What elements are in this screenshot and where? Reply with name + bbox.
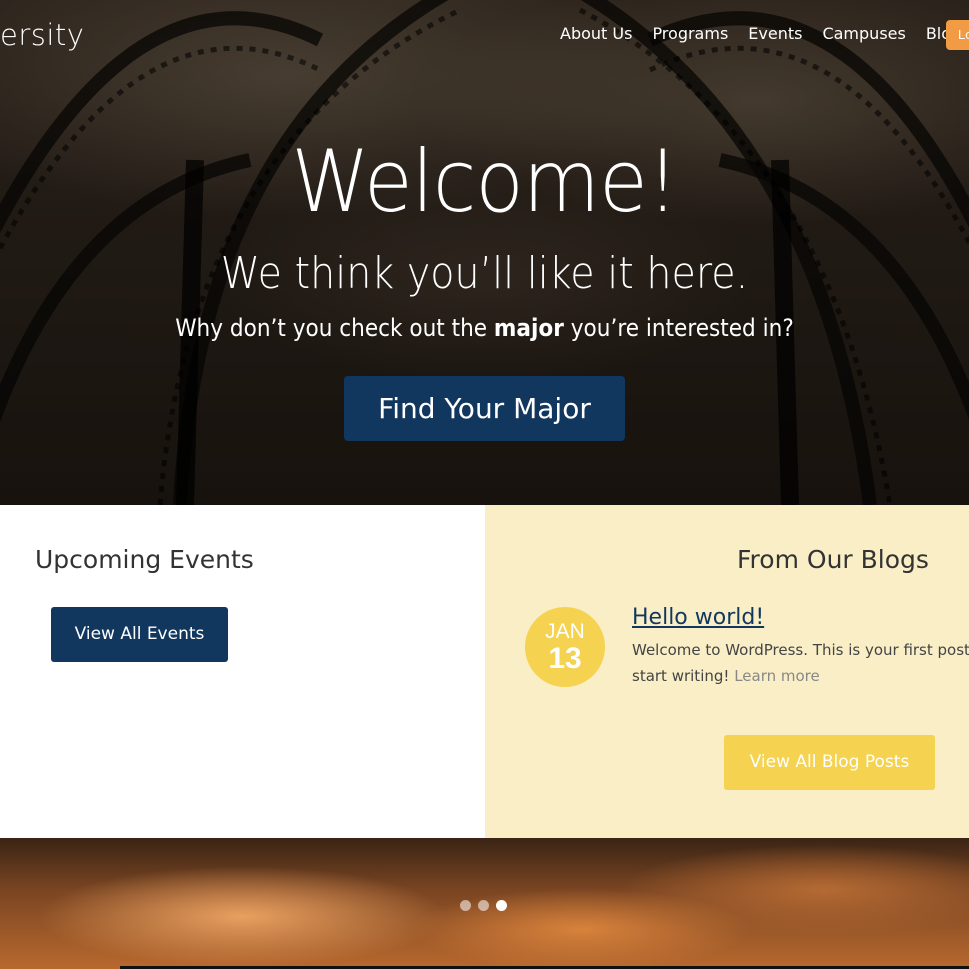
slider-dot-1[interactable]	[460, 900, 471, 911]
nav-programs[interactable]: Programs	[652, 24, 728, 43]
hero-tagline: Why don’t you check out the major you’re…	[48, 314, 920, 342]
login-button[interactable]: Lo	[946, 20, 969, 50]
image-slider	[0, 838, 969, 969]
main-nav: About Us Programs Events Campuses Blog	[560, 24, 969, 43]
view-all-events-button[interactable]: View All Events	[51, 607, 228, 662]
events-heading: Upcoming Events	[35, 545, 254, 574]
slider-dot-2[interactable]	[478, 900, 489, 911]
learn-more-link[interactable]: Learn more	[734, 667, 820, 685]
post-date-month: JAN	[545, 620, 585, 643]
hero-section: ersity About Us Programs Events Campuses…	[0, 0, 969, 505]
post-excerpt: Welcome to WordPress. This is your first…	[632, 637, 969, 689]
nav-events[interactable]: Events	[748, 24, 802, 43]
hero-subtitle: We think you’ll like it here.	[220, 248, 749, 299]
hero-title: Welcome!	[291, 132, 678, 232]
blogs-heading: From Our Blogs	[737, 545, 929, 574]
slider-dot-3[interactable]	[496, 900, 507, 911]
view-all-blog-posts-button[interactable]: View All Blog Posts	[724, 735, 935, 790]
hero-tagline-end: you’re interested in?	[563, 314, 794, 342]
site-brand[interactable]: ersity	[0, 18, 84, 52]
nav-campuses[interactable]: Campuses	[822, 24, 905, 43]
hero-tagline-start: Why don’t you check out the	[175, 314, 494, 342]
post-date-day: 13	[548, 642, 582, 675]
find-your-major-button[interactable]: Find Your Major	[344, 376, 625, 441]
post-title-link[interactable]: Hello world!	[632, 605, 764, 630]
slider-dots	[460, 900, 507, 911]
upcoming-events-section: Upcoming Events View All Events	[0, 505, 485, 838]
blogs-section: From Our Blogs JAN 13 Hello world! Welco…	[485, 505, 969, 838]
post-date-badge: JAN 13	[525, 607, 605, 687]
hero-tagline-bold: major	[493, 314, 564, 342]
nav-about-us[interactable]: About Us	[560, 24, 632, 43]
